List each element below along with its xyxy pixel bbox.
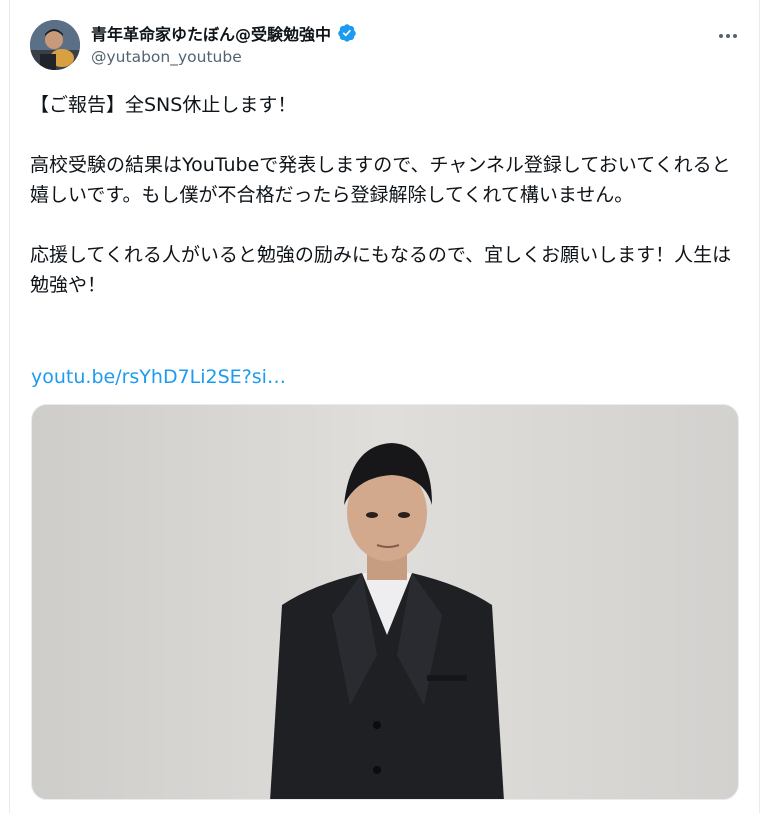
author-name-row[interactable]: 青年革命家ゆたぼん@受験勉強中 [91,22,357,44]
author-handle[interactable]: @yutabon_youtube [91,48,242,66]
author-display-name[interactable]: 青年革命家ゆたぼん@受験勉強中 [91,21,331,45]
more-dot [733,34,737,38]
more-dot [726,34,730,38]
verified-badge-icon [337,23,357,43]
youtube-link[interactable]: youtu.be/rsYhD7Li2SE?si… [31,362,286,392]
post-header: 青年革命家ゆたぼん@受験勉強中 @yutabon_youtube [30,20,740,72]
post-paragraph: 【ご報告】全SNS休止します！ [30,94,297,116]
post-paragraph: 応援してくれる人がいると勉強の励みにもなるので、宜しくお願いします！人生は勉強や… [30,244,732,296]
avatar[interactable] [30,20,80,70]
post-paragraph: 高校受験の結果はYouTubeで発表しますので、チャンネル登録しておいてくれると… [30,154,731,206]
post-text: 【ご報告】全SNS休止します！ 高校受験の結果はYouTubeで発表しますので、… [30,90,735,330]
more-dot [719,34,723,38]
more-options-icon[interactable] [716,26,740,46]
post-image[interactable] [31,404,739,800]
